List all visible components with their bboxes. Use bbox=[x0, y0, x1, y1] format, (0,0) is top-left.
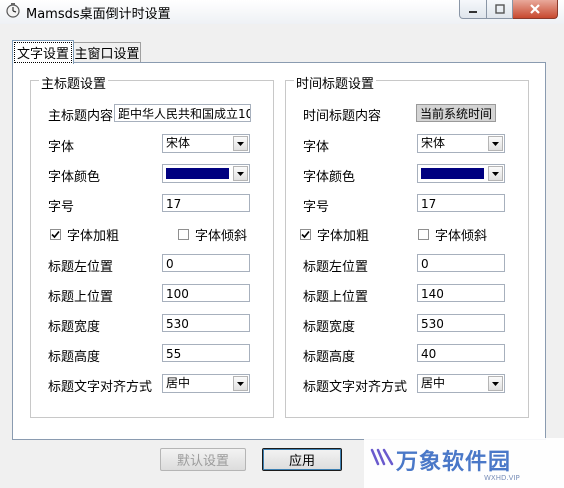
main-height-input[interactable]: 55 bbox=[162, 344, 250, 362]
time-left-label: 标题左位置 bbox=[303, 260, 369, 275]
time-align-select[interactable]: 居中 bbox=[417, 374, 505, 393]
watermark: 万象软件园 WXHD.VIP bbox=[364, 438, 564, 488]
main-size-input[interactable]: 17 bbox=[162, 194, 250, 212]
time-width-input[interactable]: 530 bbox=[417, 314, 505, 332]
main-italic-checkbox[interactable]: 字体倾斜 bbox=[178, 225, 247, 244]
time-color-label: 字体颜色 bbox=[303, 170, 356, 185]
time-height-input[interactable]: 40 bbox=[417, 344, 505, 362]
time-title-group: 时间标题设置 bbox=[285, 73, 529, 418]
time-size-label: 字号 bbox=[303, 200, 330, 215]
time-font-select[interactable]: 宋体 bbox=[417, 134, 505, 153]
main-left-label: 标题左位置 bbox=[48, 260, 114, 275]
window-title: Mamsds桌面倒计时设置 bbox=[26, 7, 171, 22]
main-color-select[interactable] bbox=[162, 164, 250, 183]
close-icon bbox=[530, 4, 540, 14]
time-font-label: 字体 bbox=[303, 140, 330, 155]
main-width-input[interactable]: 530 bbox=[162, 314, 250, 332]
apply-button[interactable]: 应用 bbox=[262, 448, 342, 471]
checkbox-checked-icon[interactable] bbox=[300, 229, 311, 240]
main-height-label: 标题高度 bbox=[48, 350, 101, 365]
main-color-swatch bbox=[166, 168, 229, 179]
time-width-label: 标题宽度 bbox=[303, 320, 356, 335]
dropdown-arrow-icon[interactable] bbox=[488, 166, 503, 181]
main-content-input[interactable]: 距中华人民共和国成立10 bbox=[114, 104, 251, 122]
dropdown-arrow-icon[interactable] bbox=[233, 166, 248, 181]
time-title-group-title: 时间标题设置 bbox=[294, 73, 377, 92]
checkbox-unchecked-icon[interactable] bbox=[178, 229, 189, 240]
checkbox-checked-icon[interactable] bbox=[50, 229, 61, 240]
main-top-input[interactable]: 100 bbox=[162, 284, 250, 302]
default-settings-button[interactable]: 默认设置 bbox=[160, 448, 246, 471]
minimize-button[interactable] bbox=[459, 0, 487, 19]
time-bold-checkbox[interactable]: 字体加粗 bbox=[300, 225, 369, 244]
main-title-group: 主标题设置 bbox=[30, 73, 274, 418]
main-align-select[interactable]: 居中 bbox=[162, 374, 250, 393]
time-left-input[interactable]: 0 bbox=[417, 254, 505, 272]
main-title-group-title: 主标题设置 bbox=[39, 73, 109, 92]
maximize-button[interactable] bbox=[487, 0, 513, 19]
time-height-label: 标题高度 bbox=[303, 350, 356, 365]
time-content-label: 时间标题内容 bbox=[303, 109, 382, 124]
main-width-label: 标题宽度 bbox=[48, 320, 101, 335]
maximize-icon bbox=[494, 4, 505, 14]
tab-main-window-settings[interactable]: 主窗口设置 bbox=[73, 42, 141, 62]
time-top-input[interactable]: 140 bbox=[417, 284, 505, 302]
time-align-label: 标题文字对齐方式 bbox=[303, 380, 408, 395]
time-italic-checkbox[interactable]: 字体倾斜 bbox=[418, 225, 487, 244]
tab-text-settings[interactable]: 文字设置 bbox=[12, 40, 74, 64]
minimize-icon bbox=[469, 11, 477, 13]
checkbox-unchecked-icon[interactable] bbox=[418, 229, 429, 240]
main-align-label: 标题文字对齐方式 bbox=[48, 380, 153, 395]
dropdown-arrow-icon[interactable] bbox=[233, 136, 248, 151]
time-color-select[interactable] bbox=[417, 164, 505, 183]
watermark-text: 万象软件园 bbox=[396, 450, 512, 475]
dropdown-arrow-icon[interactable] bbox=[233, 376, 248, 391]
main-bold-checkbox[interactable]: 字体加粗 bbox=[50, 225, 119, 244]
app-icon bbox=[5, 3, 21, 19]
time-color-swatch bbox=[421, 168, 484, 179]
watermark-subtext: WXHD.VIP bbox=[484, 474, 520, 482]
dropdown-arrow-icon[interactable] bbox=[488, 136, 503, 151]
main-size-label: 字号 bbox=[48, 200, 75, 215]
main-font-select[interactable]: 宋体 bbox=[162, 134, 250, 153]
title-bar: Mamsds桌面倒计时设置 bbox=[0, 0, 564, 24]
time-top-label: 标题上位置 bbox=[303, 290, 369, 305]
main-top-label: 标题上位置 bbox=[48, 290, 114, 305]
main-font-label: 字体 bbox=[48, 140, 75, 155]
main-color-label: 字体颜色 bbox=[48, 170, 101, 185]
close-button[interactable] bbox=[513, 0, 558, 19]
time-content-input[interactable]: 当前系统时间 bbox=[416, 104, 496, 122]
watermark-logo-icon bbox=[370, 448, 394, 466]
time-size-input[interactable]: 17 bbox=[417, 194, 505, 212]
main-content-label: 主标题内容 bbox=[48, 109, 114, 124]
main-left-input[interactable]: 0 bbox=[162, 254, 250, 272]
dropdown-arrow-icon[interactable] bbox=[488, 376, 503, 391]
